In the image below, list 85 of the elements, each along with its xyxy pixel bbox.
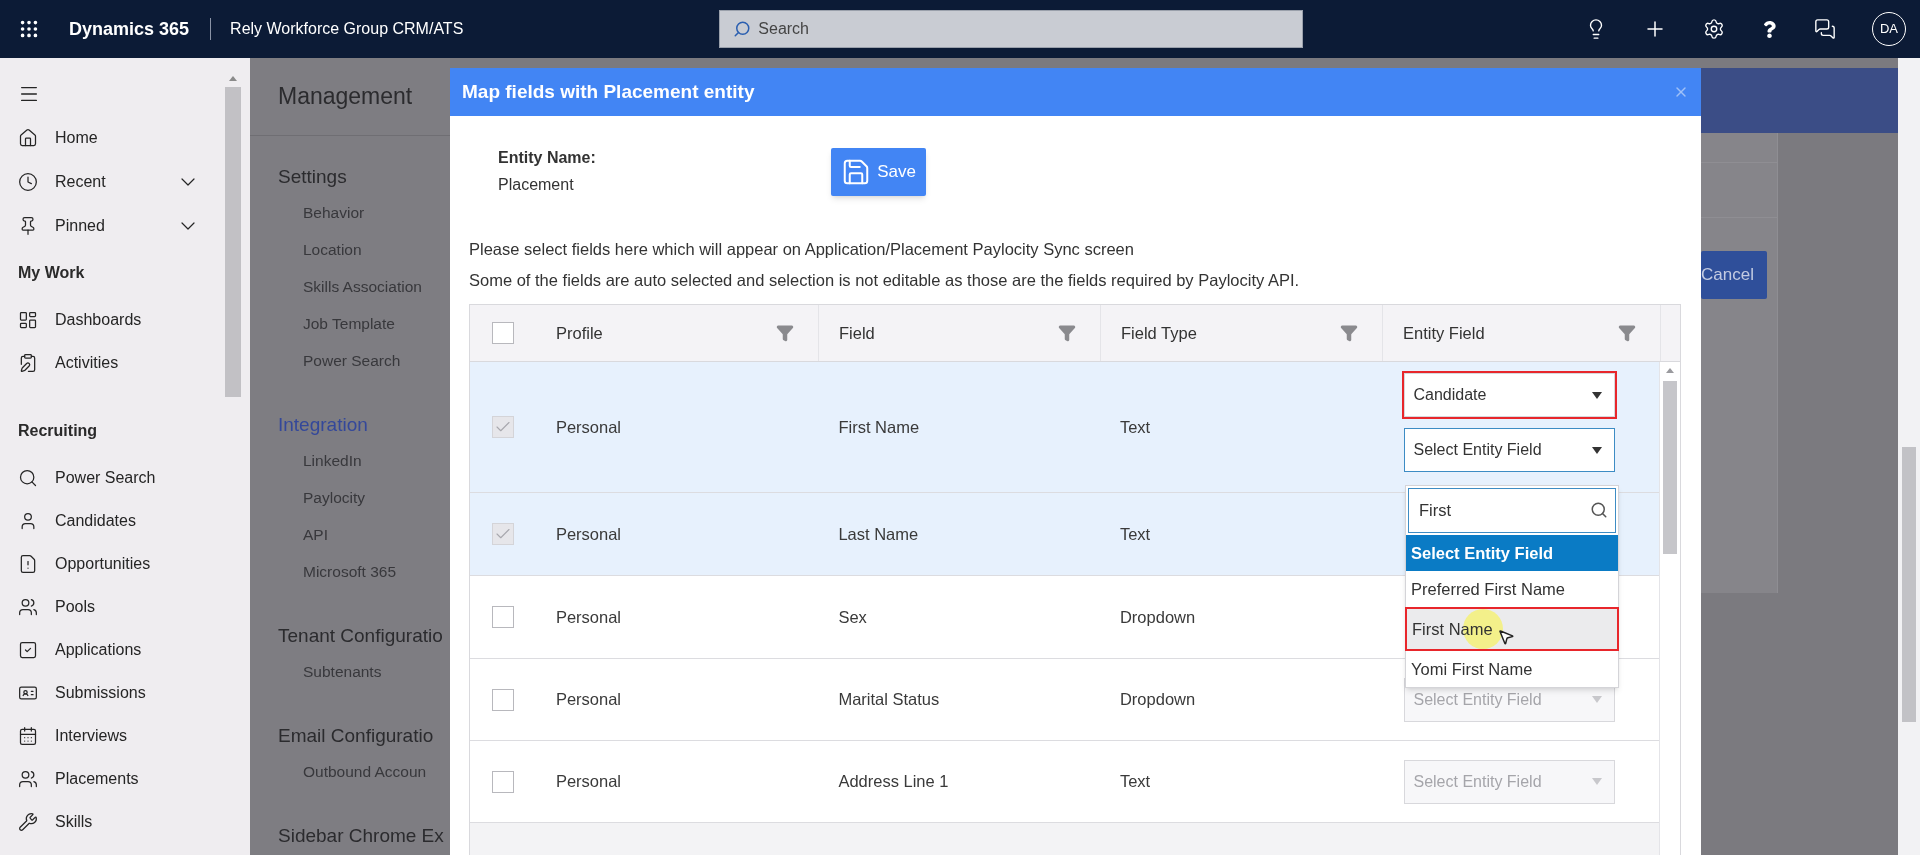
table-cell-text: Text	[1119, 523, 1151, 545]
column-header[interactable]: Entity Field	[1403, 320, 1485, 346]
organization-name: Rely Workforce Group CRM/ATS	[230, 19, 464, 39]
nav-item[interactable]: Pinned	[55, 214, 105, 238]
document-icon	[18, 553, 38, 574]
group-icon	[18, 768, 38, 789]
chat-icon[interactable]	[1814, 18, 1836, 40]
nav-section-heading: My Work	[18, 263, 85, 283]
search-icon	[18, 467, 38, 488]
table-cell-text: Dropdown	[1119, 689, 1196, 711]
dropdown-option[interactable]: Preferred First Name	[1406, 571, 1618, 607]
column-header[interactable]: Field	[839, 320, 875, 346]
table-cell-text: Dropdown	[1119, 606, 1196, 628]
filter-icon[interactable]	[1340, 324, 1358, 342]
app-launcher-icon[interactable]	[18, 18, 40, 40]
table-cell-text: Personal	[555, 606, 621, 628]
instruction-text: Some of the fields are auto selected and selection is not editable as those are the fields required by Paylocity API.	[469, 270, 1301, 291]
checkbox[interactable]	[491, 688, 514, 711]
scrollbar-thumb[interactable]	[225, 87, 241, 397]
search-field[interactable]: Search	[719, 10, 1304, 48]
table-cell-text: Sex	[838, 606, 867, 628]
nav-item[interactable]: Dashboards	[55, 307, 142, 332]
help-icon[interactable]	[1761, 20, 1778, 38]
nav-item[interactable]: Interviews	[55, 723, 128, 748]
table-cell-text: Personal	[555, 689, 621, 711]
dropdown-search-field[interactable]: First	[1408, 488, 1616, 533]
calendar-icon	[18, 725, 38, 746]
section-heading[interactable]: Tenant Configuratio	[278, 621, 443, 651]
nav-item[interactable]: Applications	[55, 637, 142, 662]
mouse-cursor-icon	[1496, 628, 1515, 646]
dashboard-icon	[18, 309, 38, 330]
dropdown-option[interactable]: Yomi First Name	[1406, 651, 1618, 687]
nav-item[interactable]: Submissions	[55, 680, 146, 705]
filter-icon[interactable]	[1058, 324, 1076, 342]
checkbox-icon	[18, 639, 38, 660]
nav-item[interactable]: Candidates	[55, 508, 136, 533]
entity-name-label: Entity Name:	[498, 148, 597, 168]
column-header[interactable]: Profile	[556, 320, 603, 346]
filter-icon[interactable]	[1618, 324, 1636, 342]
checkbox[interactable]	[491, 770, 514, 793]
checkbox[interactable]	[491, 606, 514, 628]
checkbox[interactable]	[492, 322, 514, 344]
table-cell-text: Personal	[555, 771, 621, 793]
scroll-up-icon[interactable]	[1666, 368, 1674, 373]
section-heading[interactable]: Settings	[278, 162, 347, 192]
home-icon	[18, 128, 38, 148]
scrollbar-thumb[interactable]	[1663, 381, 1677, 554]
app-name[interactable]: Dynamics 365	[69, 15, 190, 43]
table-cell-text: First Name	[838, 416, 920, 438]
table-cell-text: Personal	[555, 416, 621, 438]
nav-item[interactable]: Skills	[55, 809, 93, 834]
clock-icon	[18, 172, 38, 192]
nav-section-heading: Recruiting	[18, 421, 98, 441]
people-icon	[18, 596, 38, 617]
nav-item[interactable]: Opportunities	[55, 551, 151, 576]
panel-title: Management	[278, 82, 413, 112]
table-cell-text: Personal	[555, 523, 621, 545]
table-cell-text: Text	[1119, 416, 1151, 438]
nav-item[interactable]: Home	[55, 126, 98, 150]
settings-icon[interactable]	[1703, 18, 1725, 40]
table-cell-text: Marital Status	[838, 689, 940, 711]
dropdown-option[interactable]: Select Entity Field	[1406, 535, 1618, 571]
search-icon	[1590, 501, 1608, 519]
nav-item[interactable]: Activities	[55, 350, 119, 375]
tools-icon	[18, 811, 38, 832]
nav-item[interactable]: Pools	[55, 594, 96, 619]
nav-item[interactable]: Power Search	[55, 465, 156, 490]
clipboard-icon	[18, 352, 38, 373]
dialog-title: Map fields with Placement entity	[462, 79, 755, 104]
nav-item[interactable]: Recent	[55, 170, 106, 194]
table-cell-text: Last Name	[838, 523, 919, 545]
table-cell-text: Text	[1119, 771, 1151, 793]
dropdown-option[interactable]: First Name	[1407, 609, 1617, 649]
column-header[interactable]: Field Type	[1121, 320, 1197, 346]
scrollbar-thumb[interactable]	[1902, 447, 1916, 722]
section-heading[interactable]: Sidebar Chrome Ex	[278, 821, 444, 851]
table-cell-text: Address Line 1	[838, 771, 949, 793]
filter-icon[interactable]	[776, 324, 794, 342]
instruction-text: Please select fields here which will appear on Application/Placement Paylocity Sync screen	[469, 239, 1135, 260]
save-button[interactable]: Save	[831, 148, 926, 196]
search-icon	[733, 20, 752, 38]
cancel-button[interactable]: Cancel	[1701, 251, 1767, 299]
scroll-up-icon[interactable]	[229, 76, 237, 81]
entity-name-value: Placement	[498, 175, 575, 195]
nav-item[interactable]: Placements	[55, 766, 139, 791]
